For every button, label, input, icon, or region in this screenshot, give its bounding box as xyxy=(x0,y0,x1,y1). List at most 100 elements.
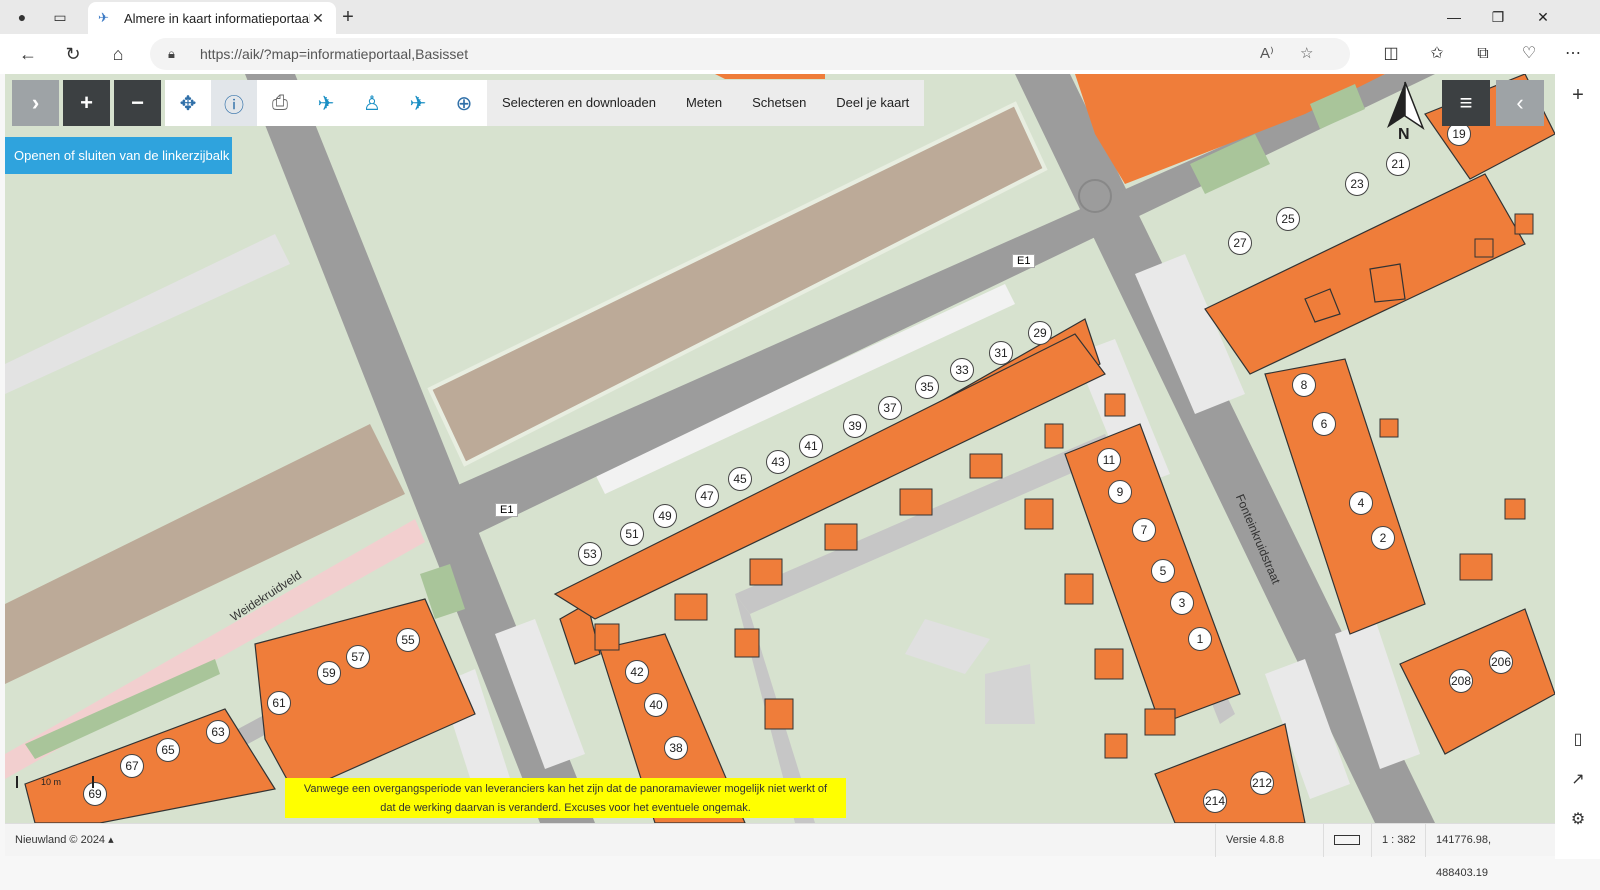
north-label: N xyxy=(1398,126,1410,143)
house-number: 2 xyxy=(1371,526,1395,550)
aerial-photo-icon[interactable]: ✈ xyxy=(303,80,349,126)
settings-gear-icon[interactable]: ⚙ xyxy=(1567,809,1589,831)
add-sidebar-icon[interactable]: + xyxy=(1567,84,1589,106)
road-label: E1 xyxy=(495,503,519,517)
house-number: 3 xyxy=(1170,591,1194,615)
house-number: 43 xyxy=(766,450,790,474)
house-number: 38 xyxy=(664,736,688,760)
url-text: https://aik/?map=informatieportaal,Basis… xyxy=(200,46,469,62)
browser-tab[interactable]: ✈ Almere in kaart informatieportaal ✕ xyxy=(88,2,336,34)
road-label: E1 xyxy=(1012,254,1036,268)
house-number: 214 xyxy=(1203,789,1227,813)
zoom-out-button[interactable]: − xyxy=(114,80,161,126)
house-number: 61 xyxy=(267,691,291,715)
house-number: 39 xyxy=(843,414,867,438)
browser-titlebar: ● ▭ ✈ Almere in kaart informatieportaal … xyxy=(0,0,1600,34)
house-number: 49 xyxy=(653,504,677,528)
pan-icon[interactable]: ✥ xyxy=(165,80,211,126)
back-icon[interactable]: ← xyxy=(15,42,41,66)
lock-icon: 🔒︎ xyxy=(168,46,175,61)
new-tab-button[interactable]: + xyxy=(336,6,360,28)
url-field[interactable]: 🔒︎ https://aik/?map=informatieportaal,Ba… xyxy=(150,38,1350,70)
map-graphics xyxy=(5,74,1555,823)
info-icon[interactable]: ⓘ xyxy=(211,80,257,126)
scale-ruler-icon xyxy=(1323,824,1371,857)
restore-button[interactable]: ❐ xyxy=(1486,6,1510,28)
extensions-icon[interactable]: ♡ xyxy=(1516,42,1542,66)
external-link-icon[interactable]: ↗ xyxy=(1567,769,1589,791)
minimize-button[interactable]: — xyxy=(1442,6,1466,28)
window-close-button[interactable]: ✕ xyxy=(1531,6,1555,28)
more-menu-icon[interactable]: ⋯ xyxy=(1560,42,1586,66)
house-number: 53 xyxy=(578,542,602,566)
select-download-menu[interactable]: Selecteren en downloaden xyxy=(487,80,671,126)
split-screen-icon[interactable]: ◫ xyxy=(1378,42,1404,66)
house-number: 11 xyxy=(1097,448,1121,472)
house-number: 29 xyxy=(1028,321,1052,345)
panorama-notice: Vanwege een overgangsperiode van leveran… xyxy=(285,778,846,818)
house-number: 51 xyxy=(620,522,644,546)
house-number: 8 xyxy=(1292,373,1316,397)
house-number: 31 xyxy=(989,341,1013,365)
map-toolbar: › + − ✥ ⓘ ⎙ ✈ ♙ ✈ ⊕ Selecteren en downlo… xyxy=(12,80,925,126)
profile-icon[interactable]: ● xyxy=(10,6,34,28)
house-number: 42 xyxy=(625,660,649,684)
tab-actions-icon[interactable]: ▭ xyxy=(48,6,72,28)
map-canvas[interactable]: Weidekruidveld Fonteinkruidstraat E1 E1 … xyxy=(5,74,1555,823)
share-map-menu[interactable]: Deel je kaart xyxy=(821,80,924,126)
collections-icon[interactable]: ⧉ xyxy=(1470,42,1496,66)
house-number: 208 xyxy=(1449,669,1473,693)
toolbar-menu: Selecteren en downloaden Meten Schetsen … xyxy=(487,80,925,126)
zoom-in-button[interactable]: + xyxy=(63,80,110,126)
house-number: 63 xyxy=(206,720,230,744)
house-number: 33 xyxy=(950,358,974,382)
home-icon[interactable]: ⌂ xyxy=(105,42,131,66)
house-number: 9 xyxy=(1108,480,1132,504)
sketch-menu[interactable]: Schetsen xyxy=(737,80,821,126)
add-layer-globe-icon[interactable]: ⊕ xyxy=(441,80,487,126)
tool-group: ✥ ⓘ ⎙ ✈ ♙ ✈ ⊕ xyxy=(165,80,487,126)
house-number: 21 xyxy=(1386,152,1410,176)
house-number: 6 xyxy=(1312,412,1336,436)
browser-sidebar: + ▯ ↗ ⚙ xyxy=(1555,74,1600,859)
favorites-icon[interactable]: ✩ xyxy=(1424,42,1450,66)
sidebar-panel-icon[interactable]: ▯ xyxy=(1567,729,1589,751)
favorite-star-icon[interactable]: ☆ xyxy=(1300,44,1313,62)
scale-label: 10 m xyxy=(41,777,62,787)
oblique-photo-icon[interactable]: ✈ xyxy=(395,80,441,126)
measure-menu[interactable]: Meten xyxy=(671,80,737,126)
right-sidebar-toggle[interactable]: ‹ xyxy=(1496,80,1544,126)
tab-title: Almere in kaart informatieportaal xyxy=(124,10,310,26)
street-view-icon[interactable]: ♙ xyxy=(349,80,395,126)
house-number: 47 xyxy=(695,484,719,508)
house-number: 65 xyxy=(156,738,180,762)
toggle-sidebar-button[interactable]: › xyxy=(12,80,59,126)
sidebar-tooltip: Openen of sluiten van de linkerzijbalk xyxy=(5,137,232,174)
house-number: 45 xyxy=(728,467,752,491)
close-tab-icon[interactable]: ✕ xyxy=(310,10,326,27)
house-number: 27 xyxy=(1228,231,1252,255)
map-favicon-icon: ✈ xyxy=(98,10,109,25)
address-bar-row: ← ↻ ⌂ 🔒︎ https://aik/?map=informatieport… xyxy=(0,34,1600,74)
version-text: Versie 4.8.8 xyxy=(1215,824,1335,857)
house-number: 5 xyxy=(1151,559,1175,583)
house-number: 55 xyxy=(396,628,420,652)
read-aloud-icon[interactable]: A⁾ xyxy=(1260,44,1274,62)
house-number: 206 xyxy=(1489,650,1513,674)
house-number: 4 xyxy=(1349,491,1373,515)
house-number: 40 xyxy=(644,693,668,717)
layers-menu-button[interactable]: ≡ xyxy=(1442,80,1490,126)
coordinates-text: 141776.98, 488403.19 xyxy=(1425,824,1555,879)
notice-line: dat de werking daarvan is veranderd. Exc… xyxy=(380,802,751,814)
refresh-icon[interactable]: ↻ xyxy=(60,42,86,66)
house-number: 25 xyxy=(1276,207,1300,231)
house-number: 59 xyxy=(317,661,341,685)
print-icon[interactable]: ⎙ xyxy=(257,80,303,126)
house-number: 57 xyxy=(346,645,370,669)
house-number: 23 xyxy=(1345,172,1369,196)
house-number: 41 xyxy=(799,434,823,458)
house-number: 7 xyxy=(1132,518,1156,542)
copyright-toggle[interactable]: Nieuwland © 2024 ▴ xyxy=(5,824,124,857)
house-number: 1 xyxy=(1188,627,1212,651)
caret-up-icon: ▴ xyxy=(108,834,114,846)
